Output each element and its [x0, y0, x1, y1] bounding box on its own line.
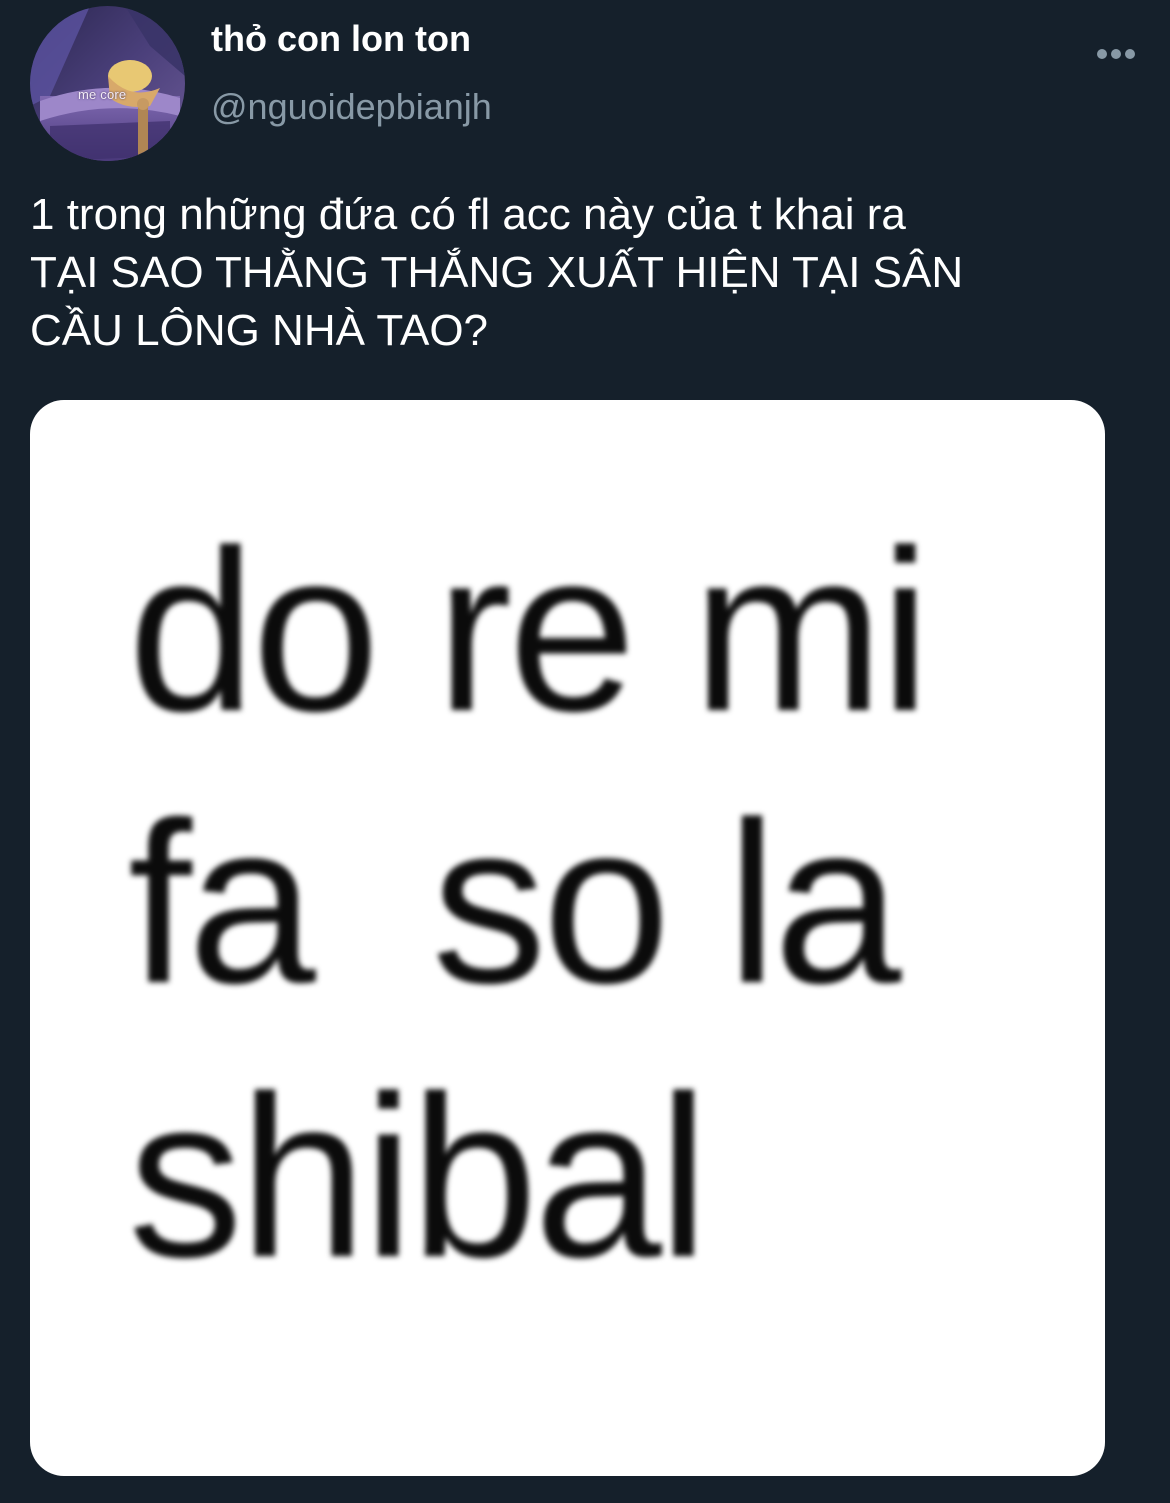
avatar-image — [30, 6, 185, 161]
username[interactable]: @nguoidepbianjh — [211, 86, 492, 128]
avatar-caption: me core — [78, 87, 127, 102]
meme-text-line-3: shibal — [128, 1048, 709, 1305]
tweet: me core thỏ con lon ton @nguoidepbianjh … — [0, 0, 1170, 1503]
more-horizontal-icon — [1097, 49, 1135, 59]
meme-text-line-2: fa so la — [128, 774, 901, 1031]
more-options-button[interactable] — [1094, 38, 1138, 70]
tweet-text: 1 trong những đứa có fl acc này của t kh… — [30, 190, 964, 355]
meme-text-line-1: do re mi — [128, 502, 931, 759]
display-name[interactable]: thỏ con lon ton — [211, 18, 471, 60]
avatar[interactable]: me core — [30, 6, 185, 161]
